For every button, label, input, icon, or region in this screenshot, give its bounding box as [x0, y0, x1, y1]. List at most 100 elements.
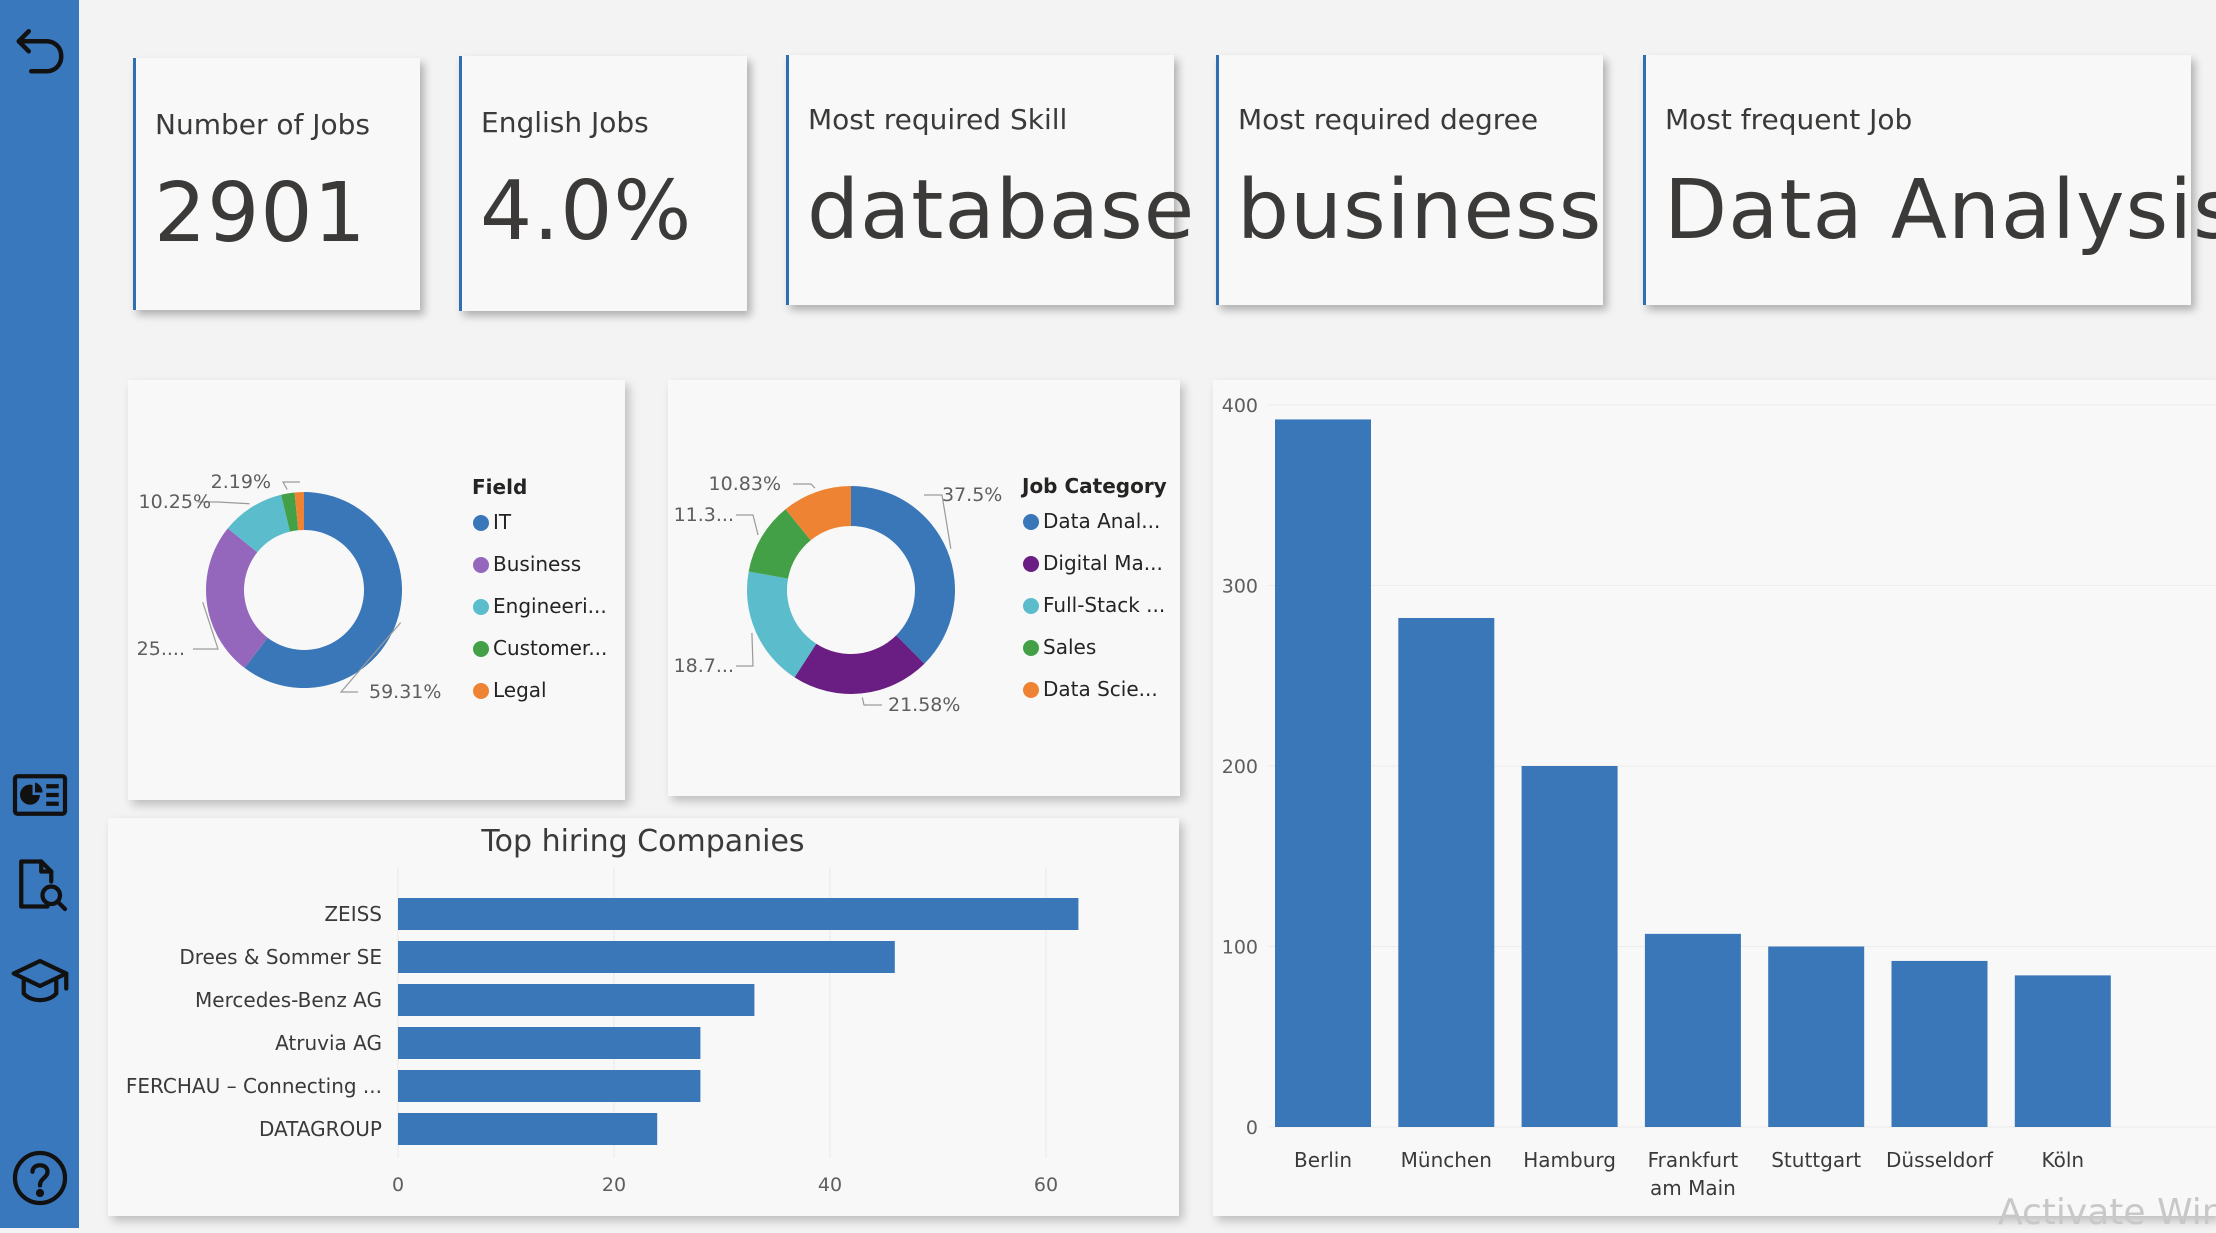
legend-item: Customer... [493, 636, 607, 660]
x-category-label: Düsseldorf [1886, 1148, 1994, 1172]
company-bar [398, 984, 755, 1016]
kpi-label: Most frequent Job [1665, 103, 1913, 136]
company-bar [398, 941, 895, 973]
y-category-label: Atruvia AG [275, 1031, 382, 1055]
city-bar [1275, 419, 1371, 1127]
x-category-label: München [1401, 1148, 1492, 1172]
city-bar [1644, 933, 1741, 1127]
legend-item: Legal [493, 678, 547, 702]
leader-line [793, 483, 816, 489]
x-category-label: Köln [2042, 1148, 2085, 1172]
legend-marker [473, 557, 489, 573]
kpi-value: database [807, 163, 1196, 258]
kpi-value: 2901 [154, 166, 367, 261]
legend-item: Data Anal... [1043, 509, 1160, 533]
city-jobs-bar-chart: 0 100 200 300 400 Berlin München Hamburg Frankfu… [1222, 395, 2216, 1200]
y-tick-label: 300 [1222, 576, 1258, 598]
legend-item: Data Scie... [1043, 677, 1158, 701]
city-bar [1891, 960, 1988, 1127]
legend-marker [1023, 556, 1039, 572]
city-jobs-panel: 0 100 200 300 400 Berlin München Hamburg Frankfu… [1213, 380, 2216, 1216]
y-tick-label: 100 [1222, 937, 1258, 959]
legend-marker [473, 599, 489, 615]
sidebar [0, 0, 79, 1228]
leader-line [861, 697, 882, 706]
legend-marker [1023, 682, 1039, 698]
city-bar [1768, 946, 1865, 1127]
y-tick-label: 400 [1222, 395, 1258, 417]
kpi-card-english-jobs: English Jobs 4.0% [459, 56, 747, 311]
data-label: 10.83% [709, 473, 781, 495]
city-bar [1398, 617, 1495, 1127]
company-bar [398, 1027, 701, 1059]
kpi-label: Number of Jobs [155, 108, 371, 141]
x-tick-label: 0 [392, 1174, 404, 1196]
legend-marker [1023, 640, 1039, 656]
data-label: 10.25% [139, 491, 211, 513]
data-label: 18.7... [674, 655, 734, 677]
company-bar [398, 1113, 658, 1145]
kpi-value: business [1237, 163, 1603, 258]
leader-line [736, 632, 754, 667]
data-label: 59.31% [369, 681, 441, 703]
top-companies-bar-chart: Top hiring Companies 0 20 40 60 ZEISS Drees & … [126, 824, 1079, 1196]
y-category-label: DATAGROUP [259, 1117, 382, 1141]
dashboard-report-icon[interactable] [4, 759, 76, 831]
company-bar [398, 898, 1079, 930]
top-companies-panel: Top hiring Companies 0 20 40 60 ZEISS Drees & … [108, 818, 1179, 1216]
legend-title: Job Category [1020, 474, 1167, 498]
job-category-donut-panel: 37.5% 21.58% 18.7... 11.3... 10.83% Job Categ… [668, 380, 1180, 796]
legend-title: Field [472, 475, 527, 499]
data-label: 37.5% [942, 484, 1002, 506]
x-tick-label: 60 [1034, 1174, 1058, 1196]
donut-slice [851, 486, 955, 664]
x-category-label: am Main [1650, 1176, 1736, 1200]
kpi-label: Most required Skill [808, 103, 1068, 136]
field-donut-panel: 59.31% 25.... 10.25% 2.19% Field IT Business En… [128, 380, 625, 800]
x-category-label: Berlin [1294, 1148, 1352, 1172]
job-category-donut-chart: 37.5% 21.58% 18.7... 11.3... 10.83% Job Categ… [674, 473, 1167, 716]
legend-marker [473, 683, 489, 699]
data-label: 11.3... [674, 504, 734, 526]
legend-marker [1023, 514, 1039, 530]
leader-line [736, 514, 759, 536]
y-category-label: Mercedes-Benz AG [195, 988, 382, 1012]
y-category-label: FERCHAU – Connecting ... [126, 1074, 382, 1098]
legend-item: IT [493, 510, 512, 534]
kpi-card-number-of-jobs: Number of Jobs 2901 [133, 58, 420, 310]
x-tick-label: 40 [818, 1174, 842, 1196]
legend-item: Digital Ma... [1043, 551, 1163, 575]
company-bar [398, 1070, 701, 1102]
document-search-icon[interactable] [4, 848, 76, 920]
data-label: 2.19% [211, 471, 271, 493]
leader-line [281, 481, 300, 490]
kpi-label: English Jobs [481, 106, 649, 139]
help-icon[interactable] [4, 1142, 76, 1214]
x-category-label: Frankfurt [1648, 1148, 1739, 1172]
graduation-cap-icon[interactable] [4, 945, 76, 1017]
x-tick-label: 20 [602, 1174, 626, 1196]
legend-item: Business [493, 552, 581, 576]
kpi-card-most-required-degree: Most required degree business [1216, 55, 1603, 305]
chart-title: Top hiring Companies [480, 824, 804, 859]
x-category-label: Hamburg [1523, 1148, 1616, 1172]
legend-item: Full-Stack ... [1043, 593, 1165, 617]
y-category-label: ZEISS [324, 902, 382, 926]
legend-item: Engineeri... [493, 594, 607, 618]
back-arrow-icon[interactable] [4, 14, 76, 86]
y-category-label: Drees & Sommer SE [179, 945, 382, 969]
y-tick-label: 0 [1246, 1117, 1258, 1139]
legend-item: Sales [1043, 635, 1096, 659]
legend-marker [473, 641, 489, 657]
city-bar [1521, 766, 1618, 1127]
data-label: 21.58% [888, 694, 960, 716]
kpi-label: Most required degree [1238, 103, 1539, 136]
legend-marker [1023, 598, 1039, 614]
kpi-value: 4.0% [480, 164, 693, 259]
kpi-card-most-frequent-job: Most frequent Job Data Analysis [1643, 55, 2216, 305]
activate-windows-watermark: Activate Win [1998, 1192, 2216, 1233]
kpi-card-most-required-skill: Most required Skill database [786, 55, 1194, 305]
legend-marker [473, 515, 489, 531]
kpi-value: Data Analysis [1664, 163, 2216, 258]
x-category-label: Stuttgart [1771, 1148, 1861, 1172]
